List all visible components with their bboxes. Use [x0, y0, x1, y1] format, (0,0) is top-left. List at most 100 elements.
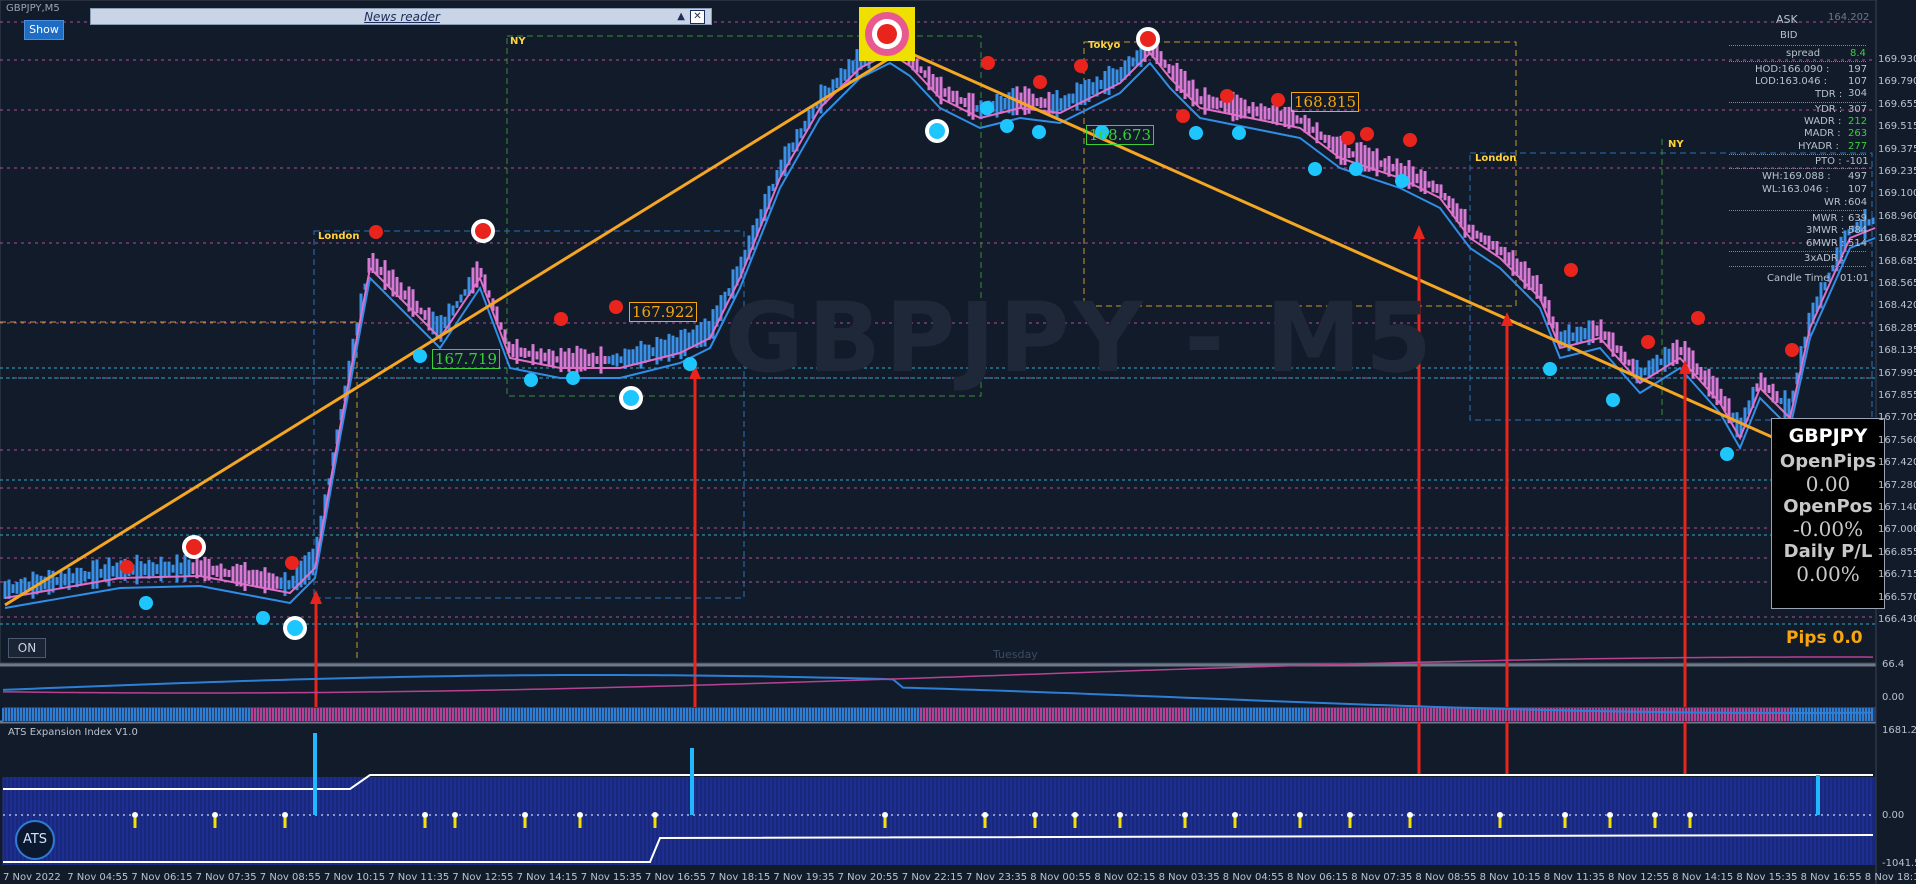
ats-indicator-title: ATS Expansion Index V1.0	[8, 727, 138, 738]
symbol-watermark: GBPJPY - M5	[725, 282, 1436, 394]
buy-dot	[683, 357, 697, 371]
wh-label: WH:169.088 :	[1762, 171, 1831, 182]
session-label-ny: NY	[510, 36, 526, 47]
bid-label: BID	[1780, 30, 1798, 41]
time-axis-label: 7 Nov 14:15	[516, 872, 578, 883]
mwr3-label: 3MWR :	[1806, 225, 1845, 236]
news-reader-title[interactable]: News reader	[91, 9, 713, 25]
sub-axis-bottom: 0.00	[1882, 692, 1905, 703]
price-label-high: 167.922	[629, 302, 698, 322]
signal-arrow-head	[1413, 225, 1425, 239]
buy-dot	[524, 373, 538, 387]
lod-value: 107	[1848, 76, 1868, 87]
mwr6-label: 6MWR :	[1806, 238, 1845, 249]
ats-dot	[282, 812, 288, 818]
divider	[1729, 45, 1866, 46]
day-separator-label: Tuesday	[993, 648, 1038, 661]
price-label-high-2: 168.815	[1291, 92, 1360, 112]
on-toggle-button[interactable]: ON	[8, 638, 46, 658]
sell-dot	[1785, 343, 1799, 357]
time-axis-label: 7 Nov 11:35	[388, 872, 450, 883]
time-axis-label: 7 Nov 19:35	[773, 872, 835, 883]
sell-dot	[609, 300, 623, 314]
madr-label: MADR :	[1804, 128, 1841, 139]
time-axis-label: 7 Nov 10:15	[324, 872, 386, 883]
pips-readout: Pips 0.0	[1786, 628, 1863, 648]
show-button[interactable]: Show	[24, 20, 64, 40]
buy-dot	[413, 349, 427, 363]
ats-axis-mid: 0.00	[1882, 810, 1905, 821]
time-axis-label: 7 Nov 2022	[3, 872, 61, 883]
sell-dot	[981, 56, 995, 70]
sell-dot	[1220, 89, 1234, 103]
divider	[1729, 102, 1866, 103]
ask-value: 164.202	[1828, 12, 1870, 23]
spread-value: 8.4	[1850, 48, 1866, 59]
candle-time-label: Candle Time	[1767, 273, 1830, 284]
ats-dot	[1232, 812, 1238, 818]
ats-axis-top: 1681.262	[1882, 725, 1916, 736]
price-axis-label: 167.705	[1878, 412, 1916, 424]
daily-pl-label: Daily P/L	[1783, 541, 1873, 562]
session-label-london-2: London	[1475, 153, 1517, 164]
time-axis-label: 8 Nov 00:55	[1030, 872, 1092, 883]
session-label-ny-2: NY	[1668, 139, 1684, 150]
divider	[1729, 266, 1866, 267]
sell-dot	[1564, 263, 1578, 277]
sell-dot	[1033, 75, 1047, 89]
chart-canvas[interactable]	[0, 0, 1916, 884]
signal-ring-dot	[186, 539, 202, 555]
chart-window[interactable]: GBPJPY - M5 GBPJPY,M5 News reader ▲ ✕ Sh…	[0, 0, 1916, 884]
time-axis-label: 7 Nov 07:35	[195, 872, 257, 883]
ydr-label: YDR :	[1815, 104, 1843, 115]
sell-dot	[1403, 133, 1417, 147]
signal-ring-dot	[287, 620, 303, 636]
tdr-label: TDR :	[1815, 89, 1843, 100]
ats-dot	[1297, 812, 1303, 818]
pto-value: -101	[1846, 156, 1869, 167]
collapse-icon[interactable]: ▲	[677, 9, 685, 25]
price-axis-label: 169.790	[1878, 76, 1916, 88]
open-pos-value: -0.00%	[1792, 517, 1864, 541]
spread-label: spread	[1786, 48, 1821, 59]
sub-indicator-line	[2, 656, 1874, 694]
sell-dot	[285, 556, 299, 570]
ats-dot	[1652, 812, 1658, 818]
signal-arrow-head	[310, 590, 322, 604]
price-axis-label: 168.565	[1878, 278, 1916, 289]
session-label-tokyo: Tokyo	[1088, 40, 1121, 51]
time-axis-label: 8 Nov 10:15	[1479, 872, 1541, 883]
price-axis-label: 168.960	[1878, 210, 1916, 222]
time-axis-label: 7 Nov 23:35	[966, 872, 1028, 883]
signal-arrow-head	[1501, 312, 1513, 326]
buy-dot	[139, 596, 153, 610]
signal-ring-dot	[1140, 31, 1156, 47]
ats-dot	[1687, 812, 1693, 818]
time-axis-label: 8 Nov 06:15	[1287, 872, 1349, 883]
chart-symbol-title: GBPJPY,M5	[6, 3, 60, 14]
news-reader-panel[interactable]: News reader ▲ ✕	[90, 8, 712, 25]
price-axis-label: 166.715	[1878, 569, 1916, 581]
open-pips-value: 0.00	[1805, 472, 1851, 496]
candle-time-value: 01:01	[1840, 273, 1869, 284]
mwr3-value: 584	[1848, 225, 1868, 236]
ats-dot	[1032, 812, 1038, 818]
price-label-low-2: 168.673	[1086, 125, 1155, 145]
divider	[1729, 210, 1866, 211]
price-axis-label: 167.995	[1878, 367, 1916, 379]
buy-dot	[1232, 126, 1246, 140]
ats-dot	[1497, 812, 1503, 818]
time-axis-label: 8 Nov 04:55	[1222, 872, 1284, 883]
sell-dot	[1691, 311, 1705, 325]
time-axis-label: 8 Nov 02:15	[1094, 872, 1156, 883]
price-axis-label: 169.930	[1878, 54, 1916, 65]
top-target-ring	[877, 24, 897, 44]
price-axis-label: 168.285	[1878, 322, 1916, 334]
buy-dot	[566, 371, 580, 385]
sell-dot	[120, 560, 134, 574]
ats-dot	[882, 812, 888, 818]
buy-dot	[980, 101, 994, 115]
tdr-value: 304	[1848, 88, 1868, 99]
ats-dot	[577, 812, 583, 818]
close-icon[interactable]: ✕	[690, 10, 705, 24]
